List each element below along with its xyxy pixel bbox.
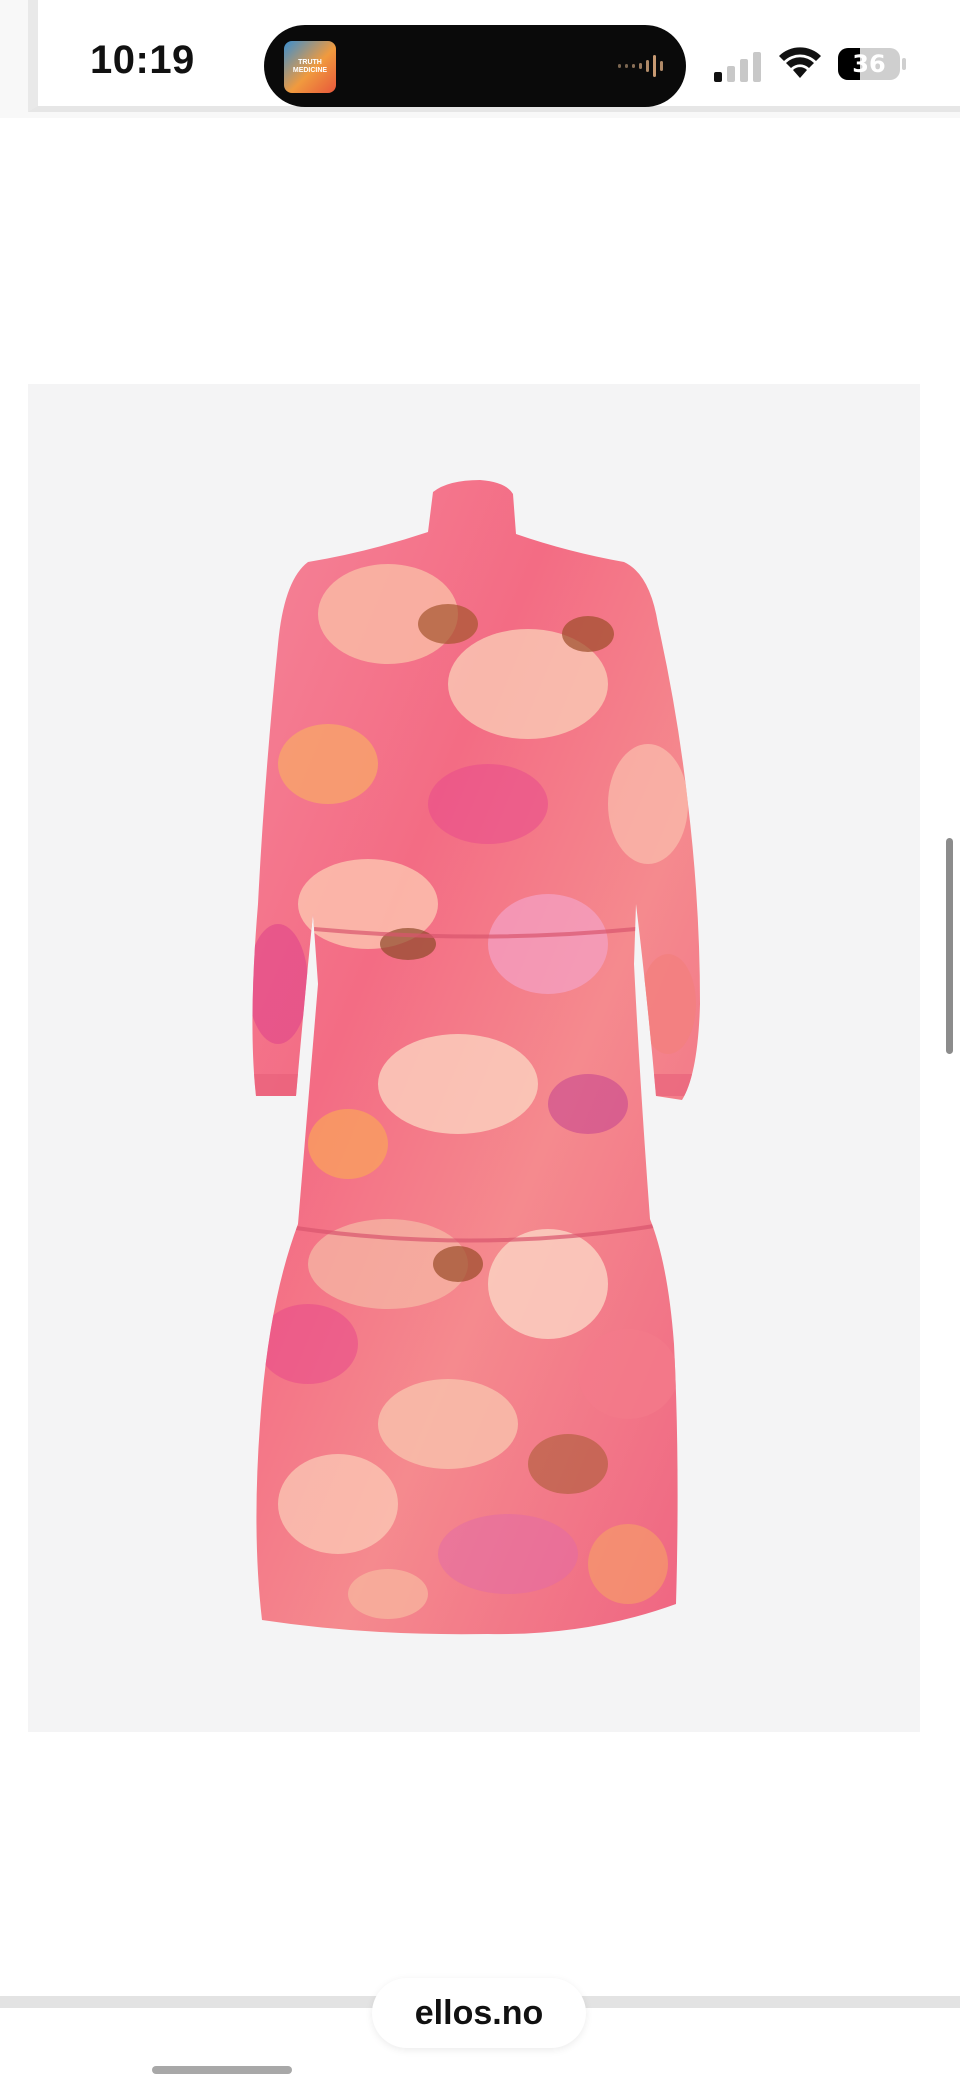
product-image[interactable] <box>28 384 920 1732</box>
url-bar[interactable]: ellos.no <box>372 1978 586 2048</box>
now-playing-art-text: TRUTH MEDICINE <box>292 59 328 74</box>
dynamic-island[interactable]: TRUTH MEDICINE <box>264 25 686 107</box>
battery-icon: 36 <box>838 48 906 80</box>
battery-nub <box>902 58 906 70</box>
now-playing-artwork[interactable]: TRUTH MEDICINE <box>284 41 336 93</box>
cellular-signal-icon <box>714 52 761 82</box>
scroll-indicator[interactable] <box>946 838 953 1054</box>
status-time: 10:19 <box>90 38 195 82</box>
url-text: ellos.no <box>414 1993 544 2032</box>
floral-tiered-dress-image <box>252 480 700 1635</box>
home-indicator[interactable] <box>152 2066 292 2074</box>
status-bar: 10:19 TRUTH MEDICINE 36 <box>0 0 960 118</box>
wifi-icon <box>779 47 821 78</box>
battery-level: 36 <box>852 50 886 78</box>
battery-body: 36 <box>838 48 900 80</box>
audio-waveform-icon <box>618 55 663 77</box>
